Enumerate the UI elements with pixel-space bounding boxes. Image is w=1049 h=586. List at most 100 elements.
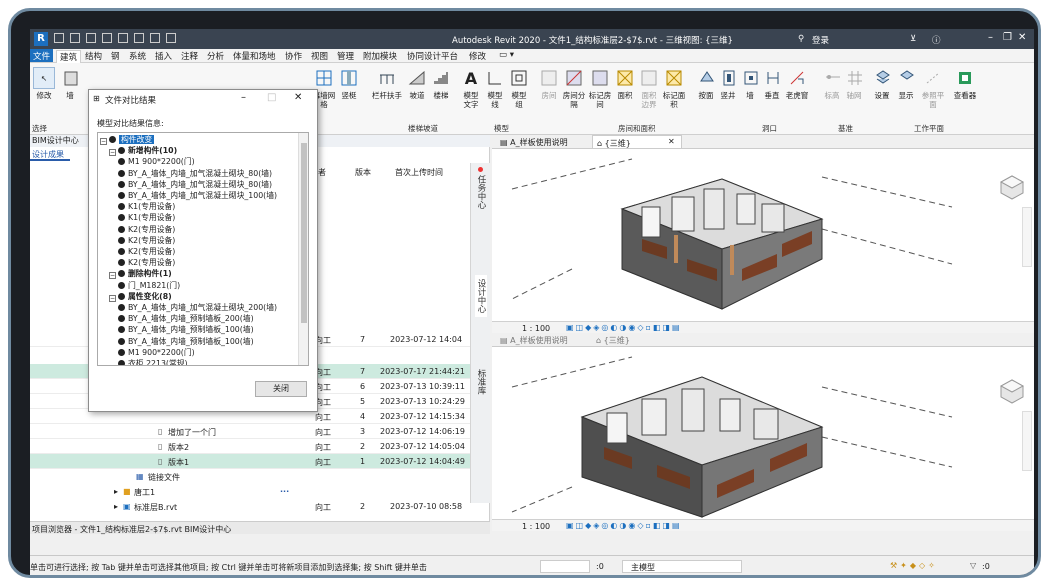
collapse-icon[interactable]: − bbox=[109, 272, 116, 280]
menu-collab-platform[interactable]: 协同设计平台 bbox=[404, 50, 461, 62]
revit-logo-icon[interactable]: R bbox=[34, 32, 48, 46]
view-scale[interactable]: 1 : 100 bbox=[522, 324, 550, 333]
menu-modify[interactable]: 修改 bbox=[466, 50, 489, 62]
area-tool[interactable]: 面积 bbox=[614, 67, 636, 100]
tree-item[interactable]: K2(专用设备) bbox=[118, 257, 175, 268]
close-tab-icon[interactable]: ✕ bbox=[664, 135, 679, 148]
tree-item[interactable]: K1(专用设备) bbox=[118, 201, 175, 212]
tree-item[interactable]: BY_A_墙体_内墙_加气混凝土砌块_80(墙) bbox=[118, 168, 272, 179]
model-group-tool[interactable]: 模型组 bbox=[508, 67, 530, 109]
collapse-icon[interactable]: − bbox=[109, 149, 116, 157]
redo-icon[interactable] bbox=[102, 33, 112, 43]
shaft-tool[interactable]: 竖井 bbox=[718, 67, 738, 100]
user-login[interactable]: 登录 bbox=[812, 34, 829, 46]
stairs-tool[interactable]: 楼梯 bbox=[430, 67, 452, 100]
close-window-button[interactable]: ✕ bbox=[1018, 32, 1026, 43]
tree-item[interactable]: BY_A_墙体_内墙_预制墙板_100(墙) bbox=[118, 324, 254, 335]
table-row[interactable]: ▯ 版本1 向工 1 2023-07-12 14:04:49 bbox=[30, 454, 470, 469]
ramp-tool[interactable]: 坡道 bbox=[406, 67, 428, 100]
tab-task-center[interactable]: 任务中心 bbox=[475, 175, 487, 209]
tab-3d-view[interactable]: ⌂ {三维} bbox=[592, 333, 634, 346]
mullion-tool[interactable]: 竖梃 bbox=[338, 67, 360, 100]
view-control-icons[interactable]: ▣◫◆◈◎◐◑◉◇▫◧◨▤ bbox=[566, 323, 682, 332]
menu-manage[interactable]: 管理 bbox=[334, 50, 357, 62]
navigation-bar[interactable] bbox=[1022, 207, 1032, 267]
tree-item[interactable]: K2(专用设备) bbox=[118, 246, 175, 257]
restore-button[interactable]: ❐ bbox=[1003, 32, 1012, 43]
tree-group[interactable]: − 属性变化(8) bbox=[109, 291, 172, 302]
tree-item[interactable]: M1 900*2200(门) bbox=[118, 347, 195, 358]
menu-architecture[interactable]: 建筑 bbox=[56, 50, 82, 63]
viewcube-icon[interactable] bbox=[998, 173, 1026, 201]
more-icon[interactable]: ··· bbox=[280, 487, 289, 496]
maximize-icon[interactable]: □ bbox=[267, 92, 276, 103]
panel-select[interactable]: 选择 bbox=[32, 123, 47, 134]
help-icon[interactable]: ⓘ bbox=[932, 34, 941, 46]
set-workplane-tool[interactable]: 设置 bbox=[872, 67, 892, 100]
menu-file[interactable]: 文件 bbox=[30, 49, 54, 62]
expand-arrow-icon[interactable]: ▸ bbox=[114, 502, 118, 511]
tree-item[interactable]: K2(专用设备) bbox=[118, 224, 175, 235]
compare-tree[interactable]: − 构件改变 − 新增构件(10) M1 900*2200(门) BY_A_墙体_内墙_加… bbox=[97, 132, 309, 366]
tree-root[interactable]: − 构件改变 bbox=[100, 134, 155, 145]
open-icon[interactable] bbox=[54, 33, 64, 43]
model-text-tool[interactable]: A 模型文字 bbox=[460, 67, 482, 109]
tree-item[interactable]: K1(专用设备) bbox=[118, 212, 175, 223]
modify-tool[interactable]: ↖ 修改 bbox=[32, 67, 56, 100]
model-line-tool[interactable]: 模型线 bbox=[484, 67, 506, 109]
menu-analyze[interactable]: 分析 bbox=[204, 50, 227, 62]
menu-massing-site[interactable]: 体量和场地 bbox=[230, 50, 279, 62]
minimize-button[interactable]: – bbox=[988, 32, 993, 43]
dormer-tool[interactable]: 老虎窗 bbox=[784, 67, 810, 100]
tree-item[interactable]: BY_A_墙体_内墙_加气混凝土砌块_200(墙) bbox=[118, 302, 277, 313]
viewcube-icon[interactable] bbox=[998, 377, 1026, 405]
vertical-opening-tool[interactable]: 垂直 bbox=[762, 67, 782, 100]
table-row[interactable]: ▯ 版本2 向工 2 2023-07-12 14:05:04 bbox=[30, 439, 470, 454]
3d-view-bottom[interactable]: ▤ A_样板使用说明 ⌂ {三维} 1 : 100 ▣◫◆◈◎◐◑◉◇▫◧◨▤ bbox=[492, 333, 1034, 531]
panel-room-area[interactable]: 房间和面积 bbox=[618, 123, 656, 134]
tree-item[interactable]: M1 900*2200(门) bbox=[118, 156, 195, 167]
list-item[interactable]: ▸ ▣ 标准层B.rvt 向工 2 2023-07-10 08:58 bbox=[30, 499, 470, 514]
text-icon[interactable] bbox=[150, 33, 160, 43]
binoculars-icon[interactable]: ⚲ bbox=[798, 34, 804, 44]
menu-structure[interactable]: 结构 bbox=[82, 50, 105, 62]
show-workplane-tool[interactable]: 显示 bbox=[896, 67, 916, 100]
menu-annotate[interactable]: 注释 bbox=[178, 50, 201, 62]
undo-icon[interactable] bbox=[86, 33, 96, 43]
area-boundary-tool[interactable]: 面积边界 bbox=[638, 67, 660, 109]
collapse-icon[interactable]: − bbox=[109, 294, 116, 302]
expand-arrow-icon[interactable]: ▸ bbox=[114, 487, 118, 496]
close-button[interactable]: 关闭 bbox=[255, 381, 307, 397]
menu-collaborate[interactable]: 协作 bbox=[282, 50, 305, 62]
viewer-tool[interactable]: 查看器 bbox=[950, 67, 980, 100]
tab-template-notes[interactable]: ▤ A_样板使用说明 bbox=[496, 135, 572, 148]
scrollbar-thumb[interactable] bbox=[301, 143, 307, 323]
tab-design-center[interactable]: 设计中心 bbox=[475, 275, 487, 317]
view-control-icons[interactable]: ▣◫◆◈◎◐◑◉◇▫◧◨▤ bbox=[566, 521, 682, 530]
room-tool[interactable]: 房间 bbox=[538, 67, 560, 100]
menu-addins[interactable]: 附加模块 bbox=[360, 50, 400, 62]
table-row[interactable]: ▯ 增加了一个门 向工 3 2023-07-12 14:06:19 bbox=[30, 424, 470, 439]
tag-room-tool[interactable]: 标记房间 bbox=[588, 67, 612, 109]
by-face-tool[interactable]: 按面 bbox=[696, 67, 716, 100]
column-version[interactable]: 版本 bbox=[355, 167, 371, 178]
browser-tabs[interactable]: 项目浏览器 - 文件1_结构标准层2-$7$.rvt BIM设计中心 bbox=[30, 521, 490, 534]
workset-dropdown[interactable] bbox=[540, 560, 590, 573]
collapse-icon[interactable]: − bbox=[100, 138, 107, 145]
tag-area-tool[interactable]: 标记面积 bbox=[662, 67, 686, 109]
tab-design-results[interactable]: 设计成果 bbox=[30, 147, 70, 161]
tab-standard-library[interactable]: 标准库 bbox=[475, 369, 487, 395]
measure-icon[interactable] bbox=[134, 33, 144, 43]
level-tool[interactable]: 标高 bbox=[822, 67, 842, 100]
wall-opening-tool[interactable]: 墙 bbox=[740, 67, 760, 100]
navigation-bar[interactable] bbox=[1022, 411, 1032, 471]
list-item[interactable]: ▸ ■ 唐工1 ··· bbox=[30, 484, 470, 499]
menu-systems[interactable]: 系统 bbox=[126, 50, 149, 62]
tree-item[interactable]: BY_A_墙体_内墙_预制墙板_100(墙) bbox=[118, 336, 254, 347]
tree-item[interactable]: K2(专用设备) bbox=[118, 235, 175, 246]
3d-view-top[interactable]: ▤ A_样板使用说明 ⌂ {三维} ✕ 1: 100 ▣◫◆◈◎◐◑◉◇▫◧◨… bbox=[492, 135, 1034, 333]
tree-item[interactable]: BY_A_墙体_内墙_加气混凝土砌块_100(墙) bbox=[118, 190, 277, 201]
railing-tool[interactable]: 栏杆扶手 bbox=[372, 67, 402, 100]
wall-tool[interactable]: 墙 bbox=[60, 67, 80, 100]
view-scale[interactable]: 1 : 100 bbox=[522, 522, 550, 531]
